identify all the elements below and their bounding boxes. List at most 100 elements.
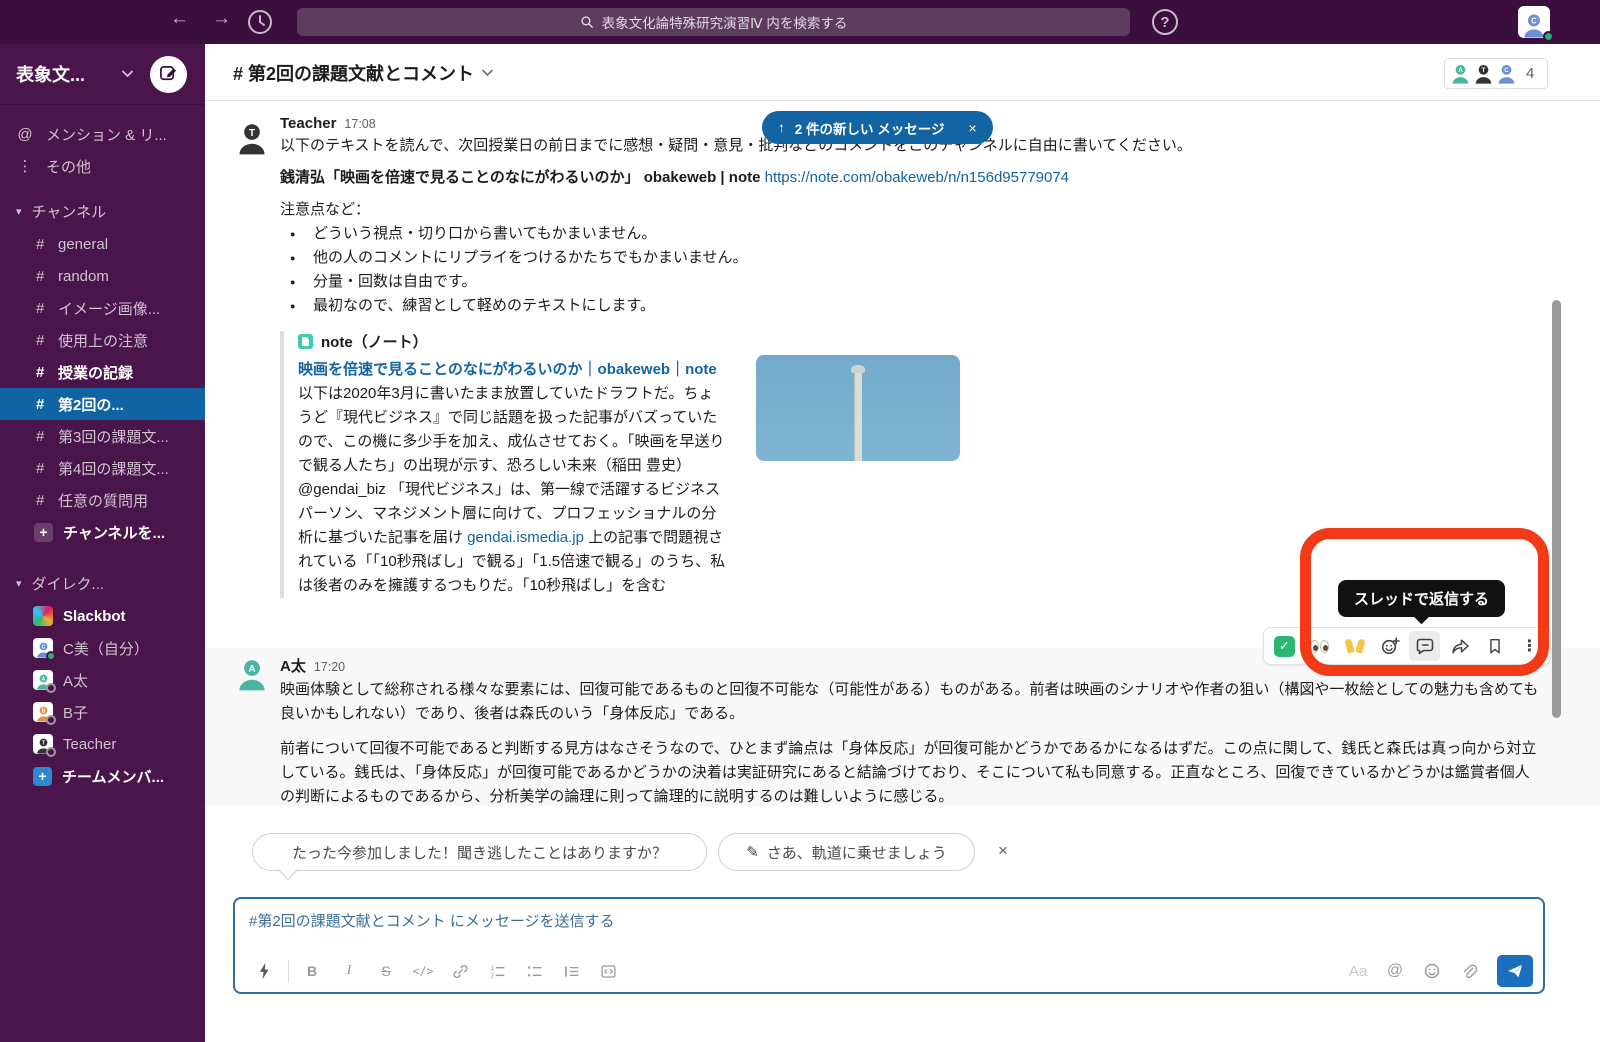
slack-app: ← → 表象文化論特殊研究演習Ⅳ 内を検索する ? C 表象文... xyxy=(0,0,1600,1042)
dots-vertical-icon: ⋮ xyxy=(16,157,34,175)
message-input[interactable]: #第2回の課題文献とコメント にメッセージを送信する xyxy=(249,910,615,931)
workspace-name[interactable]: 表象文... xyxy=(16,61,85,87)
sidebar-item-channel-session4[interactable]: #第4回の課題文... xyxy=(0,452,205,484)
strikethrough-button[interactable]: S xyxy=(371,957,401,985)
history-clock-icon[interactable] xyxy=(246,8,274,36)
sidebar-item-more[interactable]: ⋮ その他 xyxy=(0,150,205,182)
channels-section-header[interactable]: ▾ チャンネル xyxy=(0,194,205,228)
sidebar-item-dm-self[interactable]: C C美（自分） xyxy=(0,632,205,664)
emoji-plus-icon xyxy=(1380,636,1400,656)
new-messages-banner[interactable]: ↑ 2 件の新しい メッセージ × xyxy=(762,111,993,144)
italic-button[interactable]: I xyxy=(334,957,364,985)
avatar-teacher[interactable]: T xyxy=(235,121,269,155)
search-input[interactable]: 表象文化論特殊研究演習Ⅳ 内を検索する xyxy=(297,8,1130,36)
shortcuts-lightning-button[interactable] xyxy=(249,957,279,985)
timestamp[interactable]: 17:08 xyxy=(344,117,375,131)
list-item: どういう視点・切り口から書いてもかまいません。 xyxy=(280,222,1542,246)
reaction-eyes-button[interactable] xyxy=(1304,631,1335,661)
sidebar-item-channel-random[interactable]: #random xyxy=(0,260,205,292)
more-label: その他 xyxy=(46,156,91,177)
sidebar-item-channel-records[interactable]: #授業の記録 xyxy=(0,356,205,388)
plus-icon: + xyxy=(33,767,52,786)
dm-label: A太 xyxy=(63,670,88,691)
sidebar-item-dm-ata[interactable]: A A太 xyxy=(0,664,205,696)
link-button[interactable] xyxy=(445,957,475,985)
code-block-button[interactable] xyxy=(593,957,623,985)
sidebar-item-channel-session2-selected[interactable]: #第2回の... xyxy=(0,388,205,420)
author-name[interactable]: Teacher xyxy=(280,115,336,132)
compose-pencil-icon xyxy=(159,65,178,84)
dms-section-header[interactable]: ▾ ダイレク... xyxy=(0,566,205,600)
share-message-button[interactable] xyxy=(1444,631,1475,661)
sidebar-item-dm-slackbot[interactable]: Slackbot xyxy=(0,600,205,632)
help-icon[interactable]: ? xyxy=(1152,9,1178,35)
invite-label: チームメンバ... xyxy=(62,766,164,787)
raised-hands-emoji-icon xyxy=(1346,639,1364,653)
history-forward-icon[interactable]: → xyxy=(212,8,231,30)
sidebar-item-channel-notes[interactable]: #使用上の注意 xyxy=(0,324,205,356)
code-button[interactable]: </> xyxy=(408,957,438,985)
suggestion-chip-on-track[interactable]: ✎ さあ、軌道に乗せましょう xyxy=(718,833,975,871)
user-avatar[interactable]: C xyxy=(1518,6,1550,38)
svg-text:A: A xyxy=(248,664,256,675)
history-back-icon[interactable]: ← xyxy=(170,8,189,30)
sidebar-item-dm-bko[interactable]: B B子 xyxy=(0,696,205,728)
channel-title[interactable]: # 第2回の課題文献とコメント xyxy=(233,60,493,86)
svg-text:C: C xyxy=(41,644,45,650)
lightning-icon xyxy=(257,962,271,980)
author-name[interactable]: A太 xyxy=(280,655,306,676)
main-panel: # 第2回の課題文献とコメント A T C 4 ↑ 2 件の新しい メッセージ … xyxy=(205,44,1600,1042)
workspace-header: 表象文... xyxy=(0,44,205,105)
suggestion-chip-just-joined[interactable]: たった今参加しました！聞き逃したことはありますか？ xyxy=(252,833,707,871)
formatting-toggle-button[interactable]: Aa xyxy=(1343,957,1373,985)
banner-text: 2 件の新しい メッセージ xyxy=(795,118,945,138)
list-item: 分量・回数は自由です。 xyxy=(280,270,1542,294)
preview-thumbnail-tower-image[interactable] xyxy=(756,355,960,461)
reference-url-link[interactable]: https://note.com/obakeweb/n/n156d9577907… xyxy=(765,169,1069,186)
attach-file-button[interactable] xyxy=(1454,957,1484,985)
banner-close-icon[interactable]: × xyxy=(969,120,977,136)
dm-label: B子 xyxy=(63,702,88,723)
sidebar-item-channel-session3[interactable]: #第3回の課題文... xyxy=(0,420,205,452)
toolbar-divider xyxy=(288,960,289,982)
message-paragraph: 映画体験として総称される様々な要素には、回復可能であるものと回復不可能な（可能性… xyxy=(280,678,1542,726)
channel-label: 授業の記録 xyxy=(58,362,133,383)
add-reaction-button[interactable] xyxy=(1374,631,1405,661)
sidebar-item-mentions[interactable]: @ メンション & リ... xyxy=(0,118,205,150)
vertical-scrollbar[interactable] xyxy=(1552,300,1561,718)
ordered-list-button[interactable]: 12 xyxy=(482,957,512,985)
preview-title-link[interactable]: 映画を倍速で見ることのなにがわるいのか｜obakeweb｜note xyxy=(298,358,726,382)
save-bookmark-button[interactable] xyxy=(1479,631,1510,661)
avatar-ata[interactable]: A xyxy=(235,657,269,691)
tooltip-text: スレッドで返信する xyxy=(1354,588,1489,609)
channel-label: 使用上の注意 xyxy=(58,330,148,351)
hash-icon: # xyxy=(36,428,58,445)
emoji-button[interactable] xyxy=(1417,957,1447,985)
code-block-icon xyxy=(600,963,617,980)
hash-icon: # xyxy=(36,460,58,477)
mention-button[interactable]: @ xyxy=(1380,957,1410,985)
add-channel-button[interactable]: + チャンネルを... xyxy=(0,516,205,548)
reaction-check-button[interactable]: ✓ xyxy=(1269,631,1300,661)
reaction-raised-hands-button[interactable] xyxy=(1339,631,1370,661)
member-count-widget[interactable]: A T C 4 xyxy=(1444,58,1548,89)
sidebar-item-dm-teacher[interactable]: T Teacher xyxy=(0,728,205,760)
reply-in-thread-button[interactable] xyxy=(1409,631,1440,661)
invite-members-button[interactable]: + チームメンバ... xyxy=(0,760,205,792)
sidebar-item-channel-image[interactable]: #イメージ画像... xyxy=(0,292,205,324)
timestamp[interactable]: 17:20 xyxy=(314,660,345,674)
bold-button[interactable]: B xyxy=(297,957,327,985)
presence-online-dot xyxy=(1543,31,1554,42)
sidebar-item-channel-general[interactable]: #general xyxy=(0,228,205,260)
sidebar-item-channel-questions[interactable]: #任意の質問用 xyxy=(0,484,205,516)
compose-button[interactable] xyxy=(150,56,187,93)
svg-text:T: T xyxy=(1482,67,1486,74)
send-button[interactable] xyxy=(1497,955,1533,987)
blockquote-button[interactable] xyxy=(556,957,586,985)
bullet-list-button[interactable] xyxy=(519,957,549,985)
member-avatar: C xyxy=(1496,63,1517,84)
more-actions-button[interactable]: ⋮ xyxy=(1514,631,1545,661)
gendai-link[interactable]: gendai.ismedia.jp xyxy=(467,529,584,546)
chips-close-icon[interactable]: × xyxy=(998,841,1008,861)
kebab-icon: ⋮ xyxy=(1522,636,1538,656)
